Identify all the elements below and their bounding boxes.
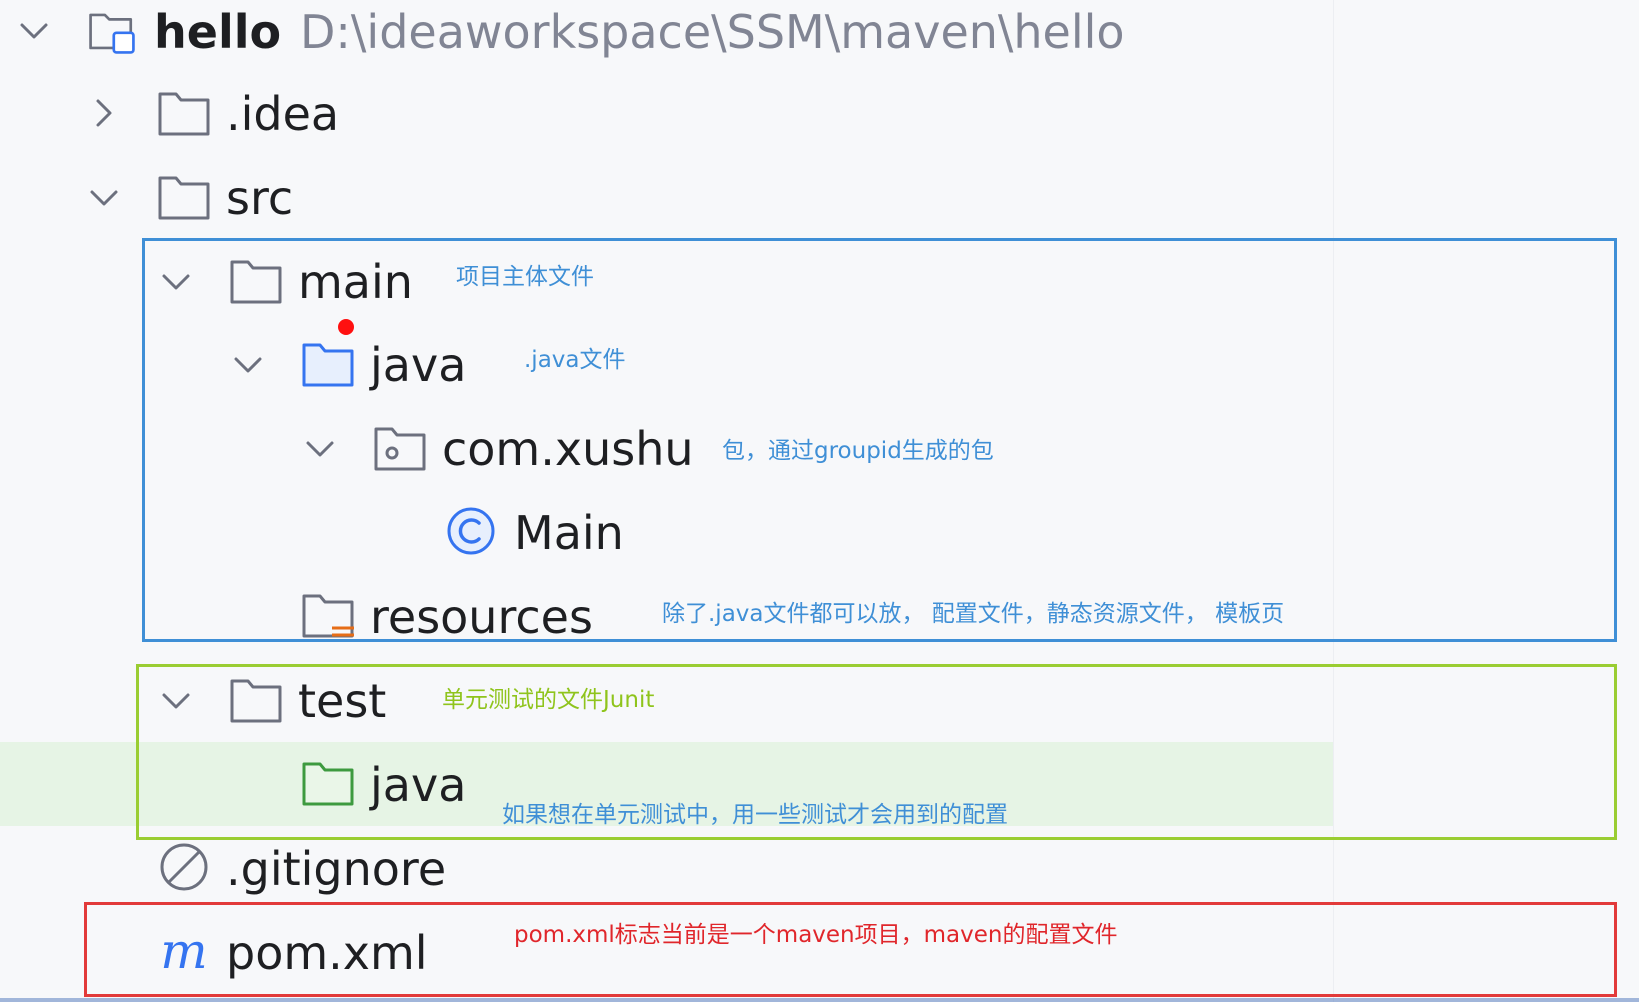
main-annotation-box <box>142 238 1617 642</box>
bottom-border <box>0 998 1639 1002</box>
project-name[interactable]: hello <box>154 4 281 60</box>
project-path: D:\ideaworkspace\SSM\maven\hello <box>300 5 1125 59</box>
ignore-file-icon <box>156 842 212 892</box>
pom-annotation-box <box>84 902 1617 997</box>
test-annotation-box <box>136 664 1617 840</box>
tree-item-idea[interactable]: .idea <box>226 86 339 142</box>
chevron-down-icon[interactable] <box>84 178 124 218</box>
chevron-right-icon[interactable] <box>84 93 124 133</box>
folder-icon <box>156 88 212 138</box>
folder-icon <box>156 172 212 222</box>
tree-item-gitignore[interactable]: .gitignore <box>226 841 446 897</box>
project-folder-icon <box>84 6 140 56</box>
chevron-down-icon[interactable] <box>14 11 54 51</box>
tree-item-src[interactable]: src <box>226 170 293 226</box>
